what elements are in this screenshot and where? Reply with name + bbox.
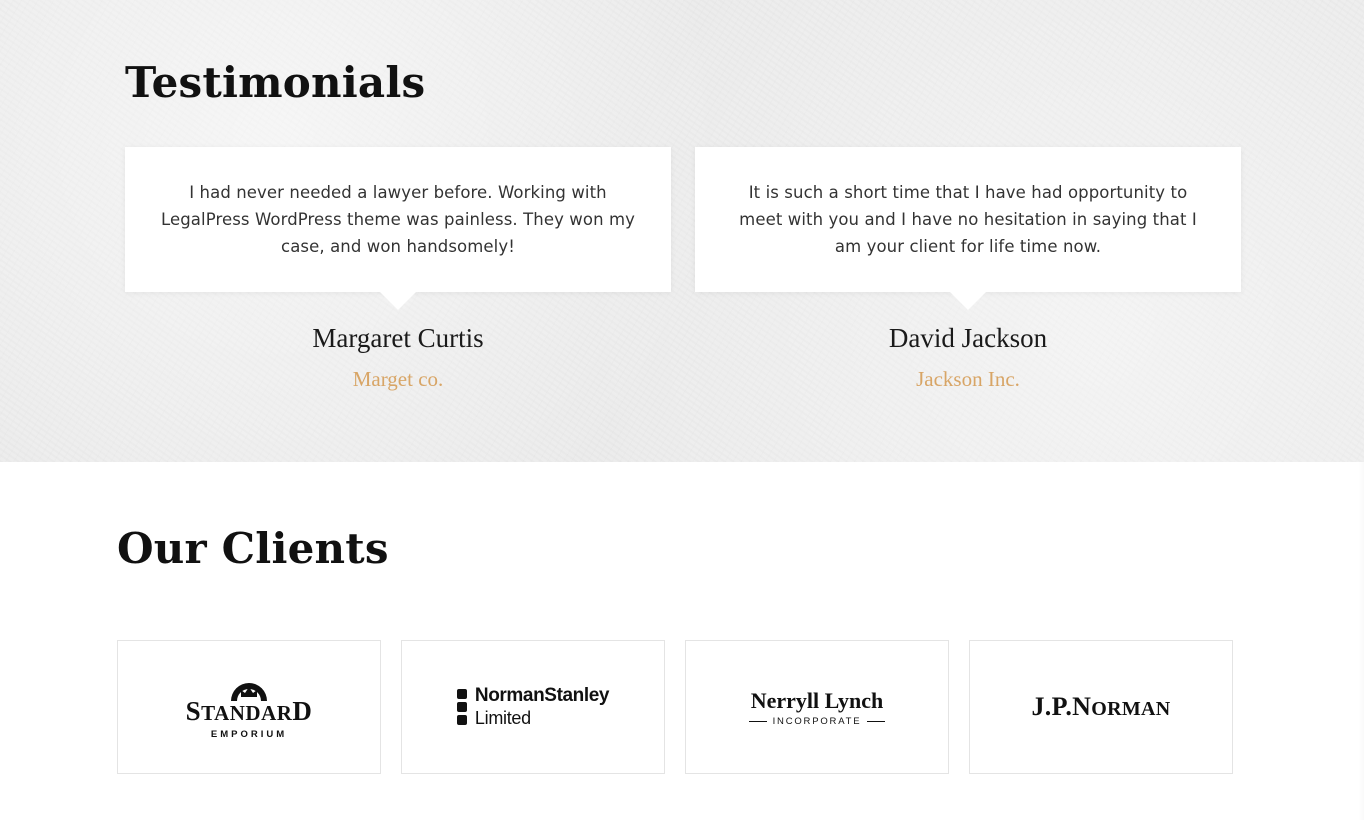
divider bbox=[867, 720, 886, 722]
client-logo-standard-emporium[interactable]: STANDARD EMPORIUM bbox=[117, 640, 381, 774]
client-logo-jp-norman[interactable]: J.P.NORMAN bbox=[969, 640, 1233, 774]
standard-middle: TANDAR bbox=[201, 700, 293, 725]
page-edge-shadow bbox=[1358, 462, 1364, 820]
standard-last-letter: D bbox=[292, 695, 313, 726]
standard-subtitle: EMPORIUM bbox=[210, 728, 288, 740]
testimonial-card: It is such a short time that I have had … bbox=[695, 147, 1241, 310]
testimonial-quote: I had never needed a lawyer before. Work… bbox=[160, 183, 636, 256]
testimonial-company: Marget co. bbox=[352, 367, 444, 391]
normanstanley-logo: NormanStanley Limited bbox=[456, 685, 610, 729]
testimonial-card: I had never needed a lawyer before. Work… bbox=[125, 147, 671, 310]
client-logo-nerryll-lynch[interactable]: Nerryll Lynch INCORPORATE bbox=[685, 640, 949, 774]
client-logo-normanstanley[interactable]: NormanStanley Limited bbox=[401, 640, 665, 774]
testimonial-company: Jackson Inc. bbox=[916, 367, 1020, 391]
three-dots-mark-icon bbox=[456, 689, 467, 725]
testimonial-quote: It is such a short time that I have had … bbox=[739, 183, 1197, 256]
standard-first-letter: S bbox=[185, 695, 202, 726]
clients-title: Our Clients bbox=[117, 524, 389, 573]
standard-wordmark: STANDARD bbox=[185, 695, 313, 726]
divider bbox=[748, 720, 767, 722]
nerryll-lynch-logo: Nerryll Lynch INCORPORATE bbox=[748, 687, 886, 727]
testimonials-title: Testimonials bbox=[125, 58, 426, 107]
standard-emporium-logo: STANDARD EMPORIUM bbox=[186, 677, 313, 740]
crown-crest-icon bbox=[231, 682, 267, 701]
normanstanley-name: NormanStanley bbox=[474, 685, 610, 706]
jp-norman-rest: ORMAN bbox=[1091, 698, 1171, 720]
nerryll-lynch-subtitle: INCORPORATE bbox=[772, 715, 862, 727]
testimonial-author: Margaret Curtis bbox=[312, 323, 484, 353]
jp-norman-logo: J.P.NORMAN bbox=[1031, 692, 1170, 722]
testimonials-section: Testimonials I had never needed a lawyer… bbox=[0, 0, 1364, 462]
testimonial-author: David Jackson bbox=[888, 323, 1048, 353]
normanstanley-subtitle: Limited bbox=[474, 708, 531, 728]
jp-norman-prefix: J.P.N bbox=[1031, 692, 1092, 721]
nerryll-lynch-name: Nerryll Lynch bbox=[750, 687, 884, 713]
